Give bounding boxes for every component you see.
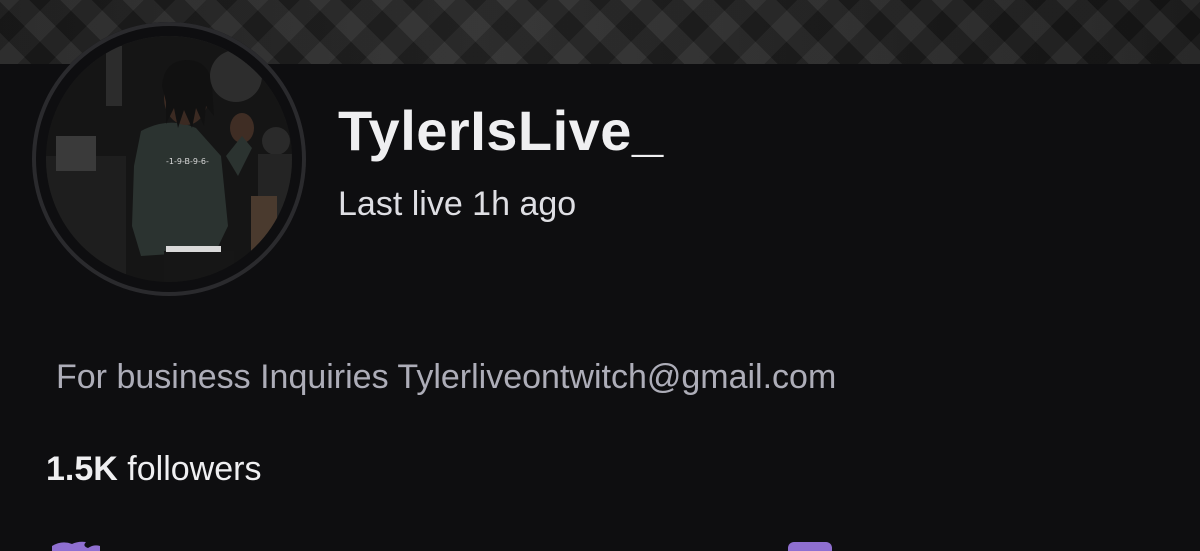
avatar-photo: -1-9-B-9-6- — [46, 36, 292, 282]
last-live-status: Last live 1h ago — [338, 185, 577, 223]
twitter-icon[interactable] — [48, 540, 104, 551]
avatar[interactable]: -1-9-B-9-6- — [46, 36, 292, 282]
svg-text:-1-9-B-9-6-: -1-9-B-9-6- — [166, 157, 209, 166]
followers-number: 1.5K — [46, 450, 118, 488]
channel-name: TylerIsLive_ — [338, 99, 664, 162]
followers-count: 1.5K followers — [46, 450, 261, 489]
social-link-icon[interactable] — [788, 542, 832, 551]
followers-label: followers — [127, 450, 262, 488]
channel-bio: For business Inquiries Tylerliveontwitch… — [56, 358, 837, 396]
channel-profile-page: -1-9-B-9-6- TylerIsLive_ Last live 1h ag… — [0, 0, 1200, 551]
